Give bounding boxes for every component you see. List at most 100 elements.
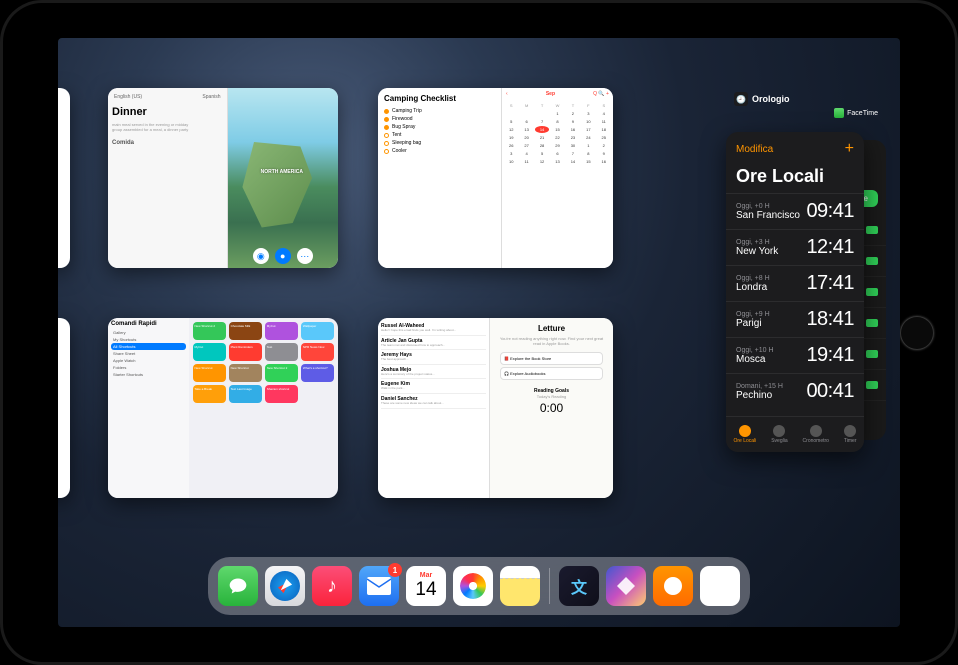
mail-item[interactable]: Joshua MejoHere's a summary of the proje…: [381, 365, 486, 380]
mail-item[interactable]: Jeremy HaysThe best approach...: [381, 350, 486, 365]
sc-side-item[interactable]: Gallery: [111, 329, 186, 336]
notes-title: Camping Checklist: [384, 94, 495, 103]
sc-tile[interactable]: Wallpaper: [301, 322, 334, 340]
clock-tabs: Ore Locali Sveglia Cronometro Timer: [726, 416, 864, 452]
books-explore-audio[interactable]: 🎧 Explore Audiobooks: [500, 367, 603, 380]
card-note-calendario[interactable]: Note Camping Ch... 14 Calendario settemb…: [378, 88, 613, 268]
map-more-btn[interactable]: ⋯: [297, 248, 313, 264]
sc-side-item[interactable]: Share Sheet: [111, 350, 186, 357]
dock-cal-weekday: Mar: [420, 572, 432, 579]
clock-tab[interactable]: Cronometro: [803, 425, 829, 444]
mail-item[interactable]: Russel Al-WaheedHello! I hope this email…: [381, 321, 486, 336]
mail-item[interactable]: Eugene KimWalk in the park...: [381, 379, 486, 394]
clock-add-btn[interactable]: +: [845, 140, 854, 158]
notes-pane: Camping Checklist Camping TripFirewoodBu…: [378, 88, 502, 268]
orologio-label: Orologio: [752, 94, 790, 104]
sc-tile[interactable]: New Shortcut: [193, 364, 226, 382]
map-pane: NORTH AMERICA ◉ ● ⋯: [228, 88, 339, 268]
mail-pane: Russel Al-WaheedHello! I hope this email…: [378, 318, 490, 498]
dock-safari-icon[interactable]: [265, 566, 305, 606]
clock-city-row: Oggi, +0 HSan Francisco09:41: [726, 193, 864, 229]
translate-result: Comida: [112, 140, 223, 146]
sc-side-item[interactable]: Folders: [111, 364, 186, 371]
shortcuts-grid: New Shortcut 2Chocolate MilkMyCutWallpap…: [189, 318, 339, 498]
map-mic-btn[interactable]: ●: [275, 248, 291, 264]
dock-cal-day: 14: [415, 579, 436, 601]
facetime-icon: [834, 108, 844, 118]
sc-side-item[interactable]: My Shortcuts: [111, 336, 186, 343]
dock-messages-icon[interactable]: [218, 566, 258, 606]
clock-city-row: Oggi, +3 HNew York12:41: [726, 229, 864, 265]
cal-month: Sep: [546, 91, 555, 97]
dock-files-icon[interactable]: [700, 566, 740, 606]
dock-translate-icon[interactable]: 文: [559, 566, 599, 606]
card-comandi-rapidi[interactable]: Comandi Rapidi Comandi Rapidi GalleryMy …: [108, 318, 338, 498]
offscreen-card-top[interactable]: [58, 88, 70, 268]
notes-item: Camping Trip: [384, 107, 495, 115]
clock-tab[interactable]: Ore Locali: [733, 425, 756, 444]
notes-item: Cooler: [384, 147, 495, 155]
card-traduci-mappe[interactable]: 文 Traduci Mappe English (US)Spanish Dinn…: [108, 88, 338, 268]
sc-side-item[interactable]: Apple Watch: [111, 357, 186, 364]
sc-tile[interactable]: MyCut: [193, 343, 226, 361]
shortcuts-side-title: Comandi Rapidi: [111, 321, 186, 327]
clock-city-row: Domani, +15 HPechino00:41: [726, 373, 864, 409]
sc-tile[interactable]: Text Last Image: [229, 385, 262, 403]
sc-tile[interactable]: New Shortcut: [229, 364, 262, 382]
orologio-card[interactable]: Modifica + Ore Locali Oggi, +0 HSan Fran…: [726, 132, 864, 452]
dock-mail-icon[interactable]: 1: [359, 566, 399, 606]
translate-word: Dinner: [112, 106, 223, 118]
books-heading: Letture: [496, 324, 607, 333]
slideover-stack[interactable]: 🕘 Orologio FaceTime eTime Modifica +: [726, 110, 886, 527]
dock-notes-icon[interactable]: [500, 566, 540, 606]
dock: ♪ 1 Mar14 文: [208, 557, 750, 615]
sc-tile[interactable]: Shazam shortcut: [265, 385, 298, 403]
dock-shortcuts-icon[interactable]: [606, 566, 646, 606]
dock-books-icon[interactable]: [653, 566, 693, 606]
shortcuts-sidebar: Comandi Rapidi GalleryMy ShortcutsAll Sh…: [108, 318, 189, 498]
sc-tile[interactable]: Chocolate Milk: [229, 322, 262, 340]
app-switcher[interactable]: 文 Traduci Mappe English (US)Spanish Dinn…: [58, 38, 900, 627]
books-explore-store[interactable]: 📕 Explore the Book Store: [500, 352, 603, 365]
sc-tile[interactable]: New Shortcut 2: [193, 322, 226, 340]
sc-tile[interactable]: What's a shortcut?: [301, 364, 334, 382]
dock-photos-icon[interactable]: [453, 566, 493, 606]
clock-tab[interactable]: Sveglia: [771, 425, 787, 444]
sc-side-item[interactable]: All Shortcuts: [111, 343, 186, 350]
mail-item[interactable]: Daniel SanchezThese are some new ideas w…: [381, 394, 486, 409]
card-mail-libri[interactable]: ✉ Mail Entrata ▲ Libri Russel Al-WaheedH…: [378, 318, 613, 498]
sc-tile[interactable]: New Shortcut 2: [265, 364, 298, 382]
dock-music-icon[interactable]: ♪: [312, 566, 352, 606]
notes-item: Firewood: [384, 115, 495, 123]
books-pane: Letture You're not reading anything righ…: [490, 318, 613, 498]
facetime-header: FaceTime: [834, 108, 878, 118]
notes-item: Sleeping bag: [384, 139, 495, 147]
clock-city-row: Oggi, +8 HLondra17:41: [726, 265, 864, 301]
facetime-label: FaceTime: [847, 110, 878, 117]
books-timer: 0:00: [496, 401, 607, 415]
sc-tile[interactable]: MyCut: [265, 322, 298, 340]
sc-side-item[interactable]: Starter Shortcuts: [111, 371, 186, 378]
map-location-btn[interactable]: ◉: [253, 248, 269, 264]
clock-city-row: Oggi, +9 HParigi18:41: [726, 301, 864, 337]
lang-from: English (US): [114, 94, 142, 100]
clock-tab[interactable]: Timer: [844, 425, 857, 444]
mail-item[interactable]: Article Jan GuptaThe team met and discus…: [381, 336, 486, 351]
clock-edit-btn[interactable]: Modifica: [736, 144, 773, 155]
books-timer-sub: Today's Reading: [496, 394, 607, 399]
home-button[interactable]: [900, 316, 934, 350]
cards-area: 文 Traduci Mappe English (US)Spanish Dinn…: [58, 63, 720, 542]
orologio-header: 🕘 Orologio: [734, 92, 790, 106]
offscreen-card-bottom[interactable]: [58, 318, 70, 498]
clock-city-row: Oggi, +10 HMosca19:41: [726, 337, 864, 373]
sc-tile[interactable]: Take a Break: [193, 385, 226, 403]
calendar-pane: ‹SepQ 🔍 + SMTWTFS12345678910111213141516…: [502, 88, 613, 268]
sc-tile[interactable]: Plant Reminders: [229, 343, 262, 361]
sc-tile[interactable]: Test: [265, 343, 298, 361]
sc-tile[interactable]: NPR News Now: [301, 343, 334, 361]
dock-calendar-icon[interactable]: Mar14: [406, 566, 446, 606]
mail-badge: 1: [388, 563, 402, 577]
translate-pane: English (US)Spanish Dinner main meal ser…: [108, 88, 228, 268]
lang-to: Spanish: [202, 94, 220, 100]
notes-item: Bug Spray: [384, 123, 495, 131]
